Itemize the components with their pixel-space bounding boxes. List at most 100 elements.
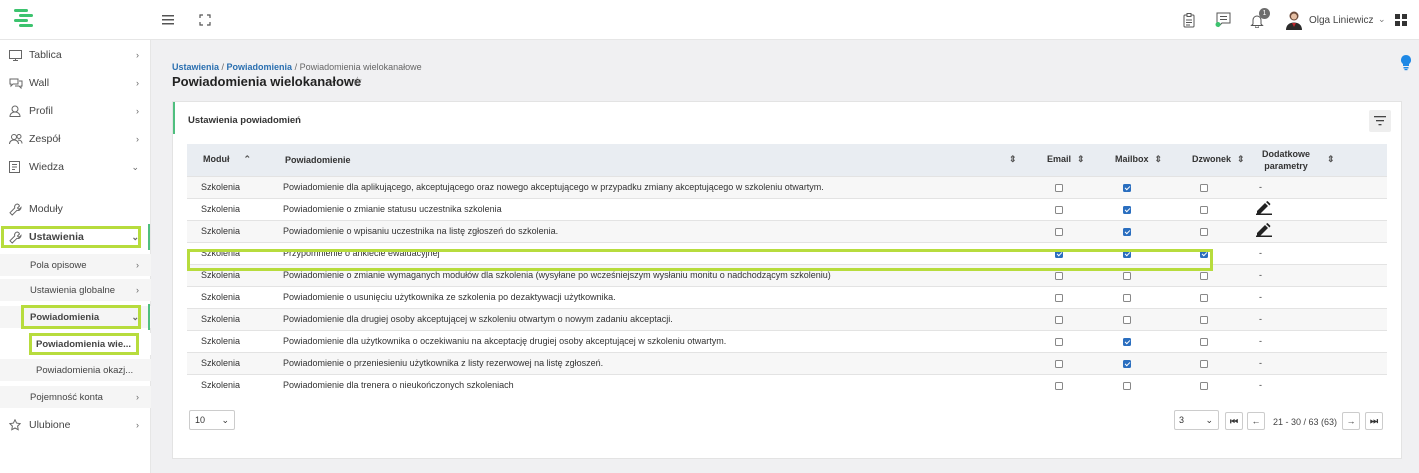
sidebar-item-ulubione[interactable]: Ulubione › <box>0 414 151 436</box>
mailbox-checkbox[interactable] <box>1123 183 1131 192</box>
dzwonek-checkbox[interactable] <box>1200 183 1208 192</box>
dzwonek-checkbox[interactable] <box>1200 205 1208 214</box>
dzwonek-checkbox[interactable] <box>1200 315 1208 324</box>
cell-powiadomienie: Powiadomienie dla aplikującego, akceptuj… <box>269 175 1021 198</box>
dzwonek-checkbox[interactable] <box>1200 227 1208 236</box>
sidebar-item-powiadomienia-okazjonalne[interactable]: Powiadomienia okazj... <box>0 359 151 381</box>
sort-icon[interactable]: ⇕ <box>1327 154 1335 164</box>
mailbox-checkbox[interactable] <box>1123 359 1131 368</box>
sort-icon[interactable]: ⇕ <box>1155 154 1163 164</box>
column-header-modul[interactable]: Moduł ⌃ <box>187 144 269 176</box>
filter-button[interactable] <box>1369 110 1391 132</box>
sort-icon[interactable]: ⇕ <box>1237 154 1245 164</box>
cell-powiadomienie: Powiadomienie o zmianie statusu uczestni… <box>269 197 1021 220</box>
dzwonek-checkbox[interactable] <box>1200 293 1208 302</box>
menu-icon[interactable] <box>160 11 178 29</box>
next-page-button[interactable]: → <box>1342 412 1360 430</box>
chevron-down-icon[interactable]: ⌄ <box>1378 14 1386 25</box>
prev-page-button[interactable]: ← <box>1247 412 1265 430</box>
cell-dodatkowe <box>1245 197 1387 220</box>
sidebar-item-zespol[interactable]: Zespół › <box>0 128 151 150</box>
edit-pencil-icon[interactable] <box>1256 201 1272 217</box>
mailbox-checkbox[interactable] <box>1123 271 1131 280</box>
fullscreen-icon[interactable] <box>196 11 214 29</box>
email-checkbox[interactable] <box>1055 337 1063 346</box>
sidebar-item-tablica[interactable]: Tablica › <box>0 44 151 66</box>
column-header-sort[interactable]: ⇕ <box>1009 144 1021 176</box>
cell-dzwonek <box>1167 285 1245 308</box>
column-header-label: Mailbox <box>1115 154 1149 165</box>
clipboard-icon[interactable] <box>1180 11 1198 29</box>
sidebar-item-wiedza[interactable]: Wiedza ⌄ <box>0 156 151 178</box>
sidebar-item-profil[interactable]: Profil › <box>0 100 151 122</box>
sidebar-item-wall[interactable]: Wall › <box>0 72 151 94</box>
mailbox-checkbox[interactable] <box>1123 337 1131 346</box>
module-label: Szkolenia <box>201 292 241 302</box>
page-select[interactable]: 3 ⌄ <box>1174 410 1219 430</box>
email-checkbox[interactable] <box>1055 381 1063 390</box>
mailbox-checkbox[interactable] <box>1123 315 1131 324</box>
cell-mailbox <box>1089 285 1167 308</box>
email-checkbox[interactable] <box>1055 271 1063 280</box>
chevron-right-icon: › <box>136 260 139 270</box>
cell-email <box>1021 329 1089 352</box>
mailbox-checkbox[interactable] <box>1123 205 1131 214</box>
cell-dzwonek <box>1167 329 1245 352</box>
sort-icon[interactable]: ⇕ <box>1077 154 1085 164</box>
mailbox-checkbox[interactable] <box>1123 381 1131 390</box>
app-logo[interactable] <box>12 8 36 30</box>
column-header-email[interactable]: Email ⇕ <box>1021 144 1089 176</box>
user-name[interactable]: Olga Liniewicz <box>1309 15 1373 26</box>
sidebar-item-label: Profil <box>29 105 53 117</box>
last-page-button[interactable]: ⏭ <box>1365 412 1383 430</box>
sidebar-item-pola-opisowe[interactable]: Pola opisowe › <box>0 254 151 276</box>
cell-dodatkowe: - <box>1245 351 1387 374</box>
edit-pencil-icon[interactable] <box>1256 223 1272 239</box>
last-page-icon: ⏭ <box>1369 415 1379 426</box>
table-row: Szkolenia Powiadomienie dla drugiej osoby… <box>187 307 1387 330</box>
module-label: Szkolenia <box>201 182 241 192</box>
extra-params-value: - <box>1259 182 1262 192</box>
module-label: Szkolenia <box>201 270 241 280</box>
wrench-icon <box>9 202 23 216</box>
sidebar-item-moduly[interactable]: Moduły <box>0 198 151 220</box>
email-checkbox[interactable] <box>1055 183 1063 192</box>
first-page-button[interactable]: ⏮ <box>1225 412 1243 430</box>
column-header-dzwonek[interactable]: Dzwonek ⇕ <box>1167 144 1245 176</box>
column-header-dodatkowe[interactable]: Dodatkowe parametry <box>1245 144 1327 176</box>
cell-dodatkowe: - <box>1245 373 1387 396</box>
breadcrumb-link-ustawienia[interactable]: Ustawienia <box>172 62 219 72</box>
breadcrumb-current: Powiadomienia wielokanałowe <box>299 62 422 72</box>
avatar[interactable] <box>1285 10 1303 30</box>
sort-asc-icon[interactable]: ⌃ <box>244 154 252 164</box>
card-accent <box>173 102 175 134</box>
column-header-mailbox[interactable]: Mailbox ⇕ <box>1089 144 1167 176</box>
email-checkbox[interactable] <box>1055 205 1063 214</box>
mailbox-checkbox[interactable] <box>1123 227 1131 236</box>
per-page-select[interactable]: 10 ⌄ <box>189 410 235 430</box>
email-checkbox[interactable] <box>1055 315 1063 324</box>
cell-mailbox <box>1089 219 1167 242</box>
cell-email <box>1021 307 1089 330</box>
table-body: Szkolenia Powiadomienie dla aplikującego,… <box>187 175 1387 396</box>
messages-icon[interactable] <box>1214 11 1232 29</box>
column-header-powiadomienie[interactable]: Powiadomienie <box>269 144 1009 176</box>
dzwonek-checkbox[interactable] <box>1200 381 1208 390</box>
lightbulb-icon[interactable] <box>1396 52 1416 72</box>
sidebar-item-pojemnosc-konta[interactable]: Pojemność konta › <box>0 386 151 408</box>
email-checkbox[interactable] <box>1055 359 1063 368</box>
column-header-sort-extra[interactable]: ⇕ <box>1327 144 1387 176</box>
table-header-row: Moduł ⌃ Powiadomienie ⇕ Email ⇕ Mailbox ⇕ D… <box>187 144 1387 176</box>
sort-icon[interactable]: ⇕ <box>1009 154 1017 164</box>
favorite-star-icon[interactable]: ☆ <box>352 74 363 88</box>
page-title: Powiadomienia wielokanałowe <box>172 74 362 89</box>
dzwonek-checkbox[interactable] <box>1200 337 1208 346</box>
mailbox-checkbox[interactable] <box>1123 293 1131 302</box>
email-checkbox[interactable] <box>1055 293 1063 302</box>
sidebar-item-ustawienia-globalne[interactable]: Ustawienia globalne › <box>0 279 151 301</box>
dzwonek-checkbox[interactable] <box>1200 359 1208 368</box>
email-checkbox[interactable] <box>1055 227 1063 236</box>
dzwonek-checkbox[interactable] <box>1200 271 1208 280</box>
grid-icon[interactable] <box>1392 11 1410 29</box>
breadcrumb-link-powiadomienia[interactable]: Powiadomienia <box>227 62 293 72</box>
